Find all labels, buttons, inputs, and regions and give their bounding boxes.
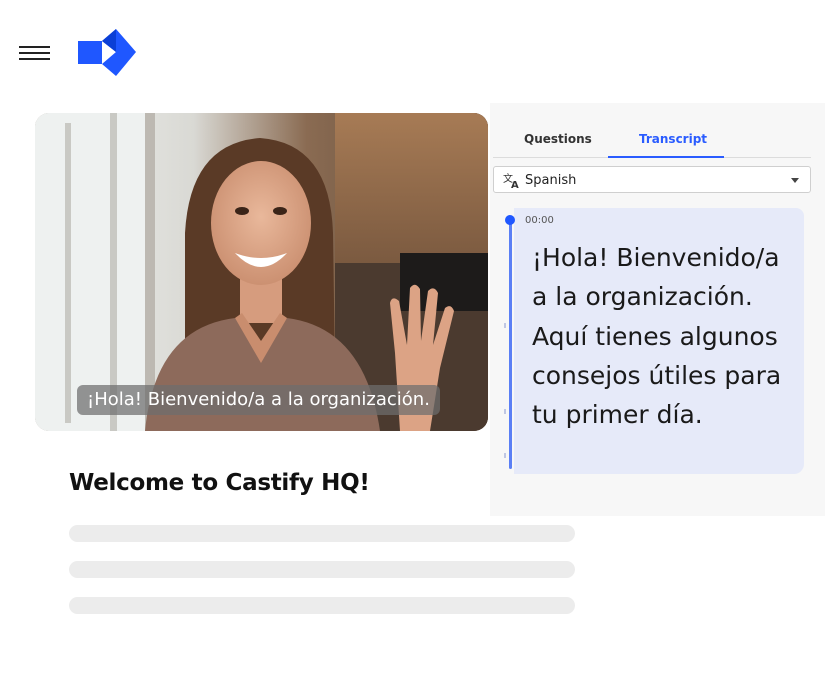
skeleton-line <box>69 597 575 614</box>
transcript-segment-text: ¡Hola! Bienvenido/a a la organización. A… <box>532 243 782 430</box>
timeline-tick <box>504 409 506 414</box>
video-caption: ¡Hola! Bienvenido/a a la organización. <box>77 385 440 415</box>
timeline-tick <box>504 323 506 328</box>
language-selected-label: Spanish <box>525 173 577 188</box>
chevron-down-icon <box>791 178 799 183</box>
video-frame-illustration <box>35 113 488 431</box>
svg-text:A: A <box>511 180 519 189</box>
page: ¡Hola! Bienvenido/a a la organización. W… <box>0 0 825 687</box>
transcript-segment[interactable]: ¡Hola! Bienvenido/a a la organización. A… <box>514 208 804 474</box>
translate-icon: 文 A <box>503 172 519 189</box>
language-select[interactable]: 文 A Spanish <box>493 166 811 193</box>
skeleton-line <box>69 561 575 578</box>
timeline-tick <box>504 453 506 458</box>
timeline-track <box>509 221 512 469</box>
timeline-marker[interactable] <box>505 215 515 225</box>
skeleton-line <box>69 525 575 542</box>
castify-logo-icon[interactable] <box>76 29 138 77</box>
tab-transcript[interactable]: Transcript <box>639 132 707 146</box>
transcript-panel: Questions Transcript 文 A Spanish ¡Hola! … <box>490 103 825 516</box>
active-tab-indicator <box>608 156 724 158</box>
page-title: Welcome to Castify HQ! <box>69 470 370 496</box>
hamburger-menu-icon[interactable] <box>19 44 51 62</box>
tab-questions[interactable]: Questions <box>524 132 592 146</box>
segment-timestamp: 00:00 <box>525 215 554 226</box>
video-player[interactable]: ¡Hola! Bienvenido/a a la organización. <box>35 113 488 431</box>
